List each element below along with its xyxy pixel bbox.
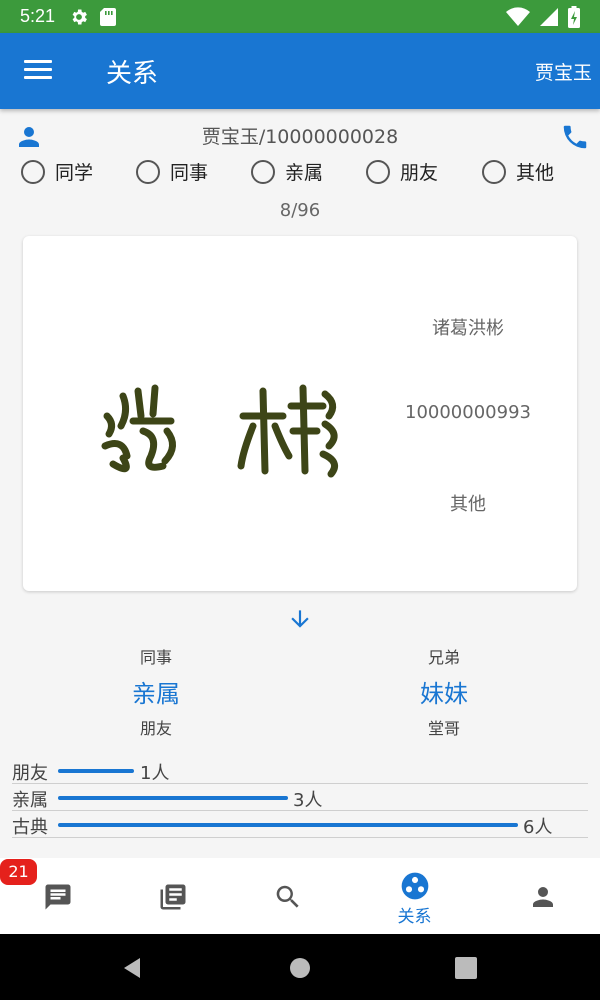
person-icon [532, 887, 553, 907]
radio-option[interactable]: 朋友 [366, 158, 438, 185]
stat-label: 亲属 [12, 790, 48, 811]
wifi-icon [506, 7, 530, 27]
radio-button[interactable] [366, 159, 390, 184]
radio-label: 朋友 [400, 162, 439, 184]
card-number: 10000000993 [405, 402, 531, 423]
message-icon [45, 884, 70, 910]
relation-right-main[interactable]: 妹妹 [344, 674, 544, 709]
stat-row: 亲属 3人 [12, 784, 588, 811]
contact-card[interactable]: 诸葛洪彬 10000000993 其他 [23, 236, 577, 591]
signal-icon [540, 8, 558, 26]
radio-option[interactable]: 亲属 [251, 158, 323, 185]
stat-row: 古典 6人 [12, 811, 588, 838]
phone-icon[interactable] [560, 122, 590, 152]
radio-option[interactable]: 其他 [482, 158, 554, 185]
recents-icon[interactable] [455, 957, 477, 979]
seal-glyph-image [101, 384, 339, 478]
contact-title: 贾宝玉/10000000028 [201, 126, 399, 148]
menu-icon[interactable] [20, 55, 56, 87]
radio-button[interactable] [21, 159, 45, 184]
page-title: 关系 [106, 59, 159, 89]
nav-relations[interactable]: 关系 [357, 858, 472, 934]
radio-option[interactable]: 同学 [21, 158, 93, 185]
stat-row: 朋友 1人 [12, 757, 588, 784]
radio-label: 其他 [516, 162, 555, 184]
app-bar: 关系 贾宝玉 [0, 33, 600, 109]
home-icon[interactable] [288, 956, 312, 980]
stat-label: 古典 [12, 817, 48, 838]
nav-profile[interactable] [485, 858, 600, 934]
stat-label: 朋友 [12, 763, 48, 784]
bottom-nav: 关系 [0, 858, 600, 934]
relation-right-top: 兄弟 [427, 648, 460, 667]
system-nav-bar [0, 934, 600, 1000]
relation-radio-group: 同学 同事 亲属 朋友 其他 [0, 158, 600, 194]
current-user[interactable]: 贾宝玉 [535, 58, 592, 85]
unread-badge: 21 [0, 859, 37, 885]
radio-button[interactable] [136, 159, 160, 184]
page-counter: 8/96 [279, 200, 321, 221]
radio-button[interactable] [251, 159, 275, 184]
contact-row: 贾宝玉/10000000028 [0, 118, 600, 152]
stat-bar [58, 796, 288, 800]
status-bar: 5:21 [0, 0, 600, 33]
arrow-down-icon[interactable] [287, 606, 313, 632]
relation-column-right: 兄弟 妹妹 堂哥 [344, 644, 544, 739]
back-icon[interactable] [120, 956, 144, 980]
battery-icon [568, 6, 580, 28]
stat-bar [58, 823, 518, 827]
status-time: 5:21 [20, 6, 56, 26]
sdcard-icon [100, 7, 117, 26]
radio-option[interactable]: 同事 [136, 158, 208, 185]
radio-button[interactable] [482, 159, 506, 184]
nav-search[interactable] [230, 858, 345, 934]
stat-value: 1人 [140, 763, 170, 784]
card-name: 诸葛洪彬 [432, 318, 504, 339]
nav-relations-label: 关系 [397, 907, 432, 927]
library-icon [160, 884, 185, 910]
radio-label: 亲属 [285, 162, 324, 184]
settings-icon [72, 9, 87, 24]
relation-left-main[interactable]: 亲属 [56, 674, 256, 709]
stat-value: 6人 [523, 817, 553, 838]
relation-left-top: 同事 [139, 648, 172, 667]
relation-right-bottom: 堂哥 [427, 719, 460, 738]
relation-left-bottom: 朋友 [139, 719, 172, 738]
radio-label: 同事 [170, 162, 209, 184]
nav-library[interactable] [115, 858, 230, 934]
stat-value: 3人 [293, 790, 323, 811]
stat-bar [58, 769, 134, 773]
radio-label: 同学 [55, 162, 94, 184]
relation-column-left: 同事 亲属 朋友 [56, 644, 256, 739]
search-icon [276, 885, 299, 908]
relation-icon [401, 872, 428, 900]
card-relation: 其他 [450, 494, 486, 515]
